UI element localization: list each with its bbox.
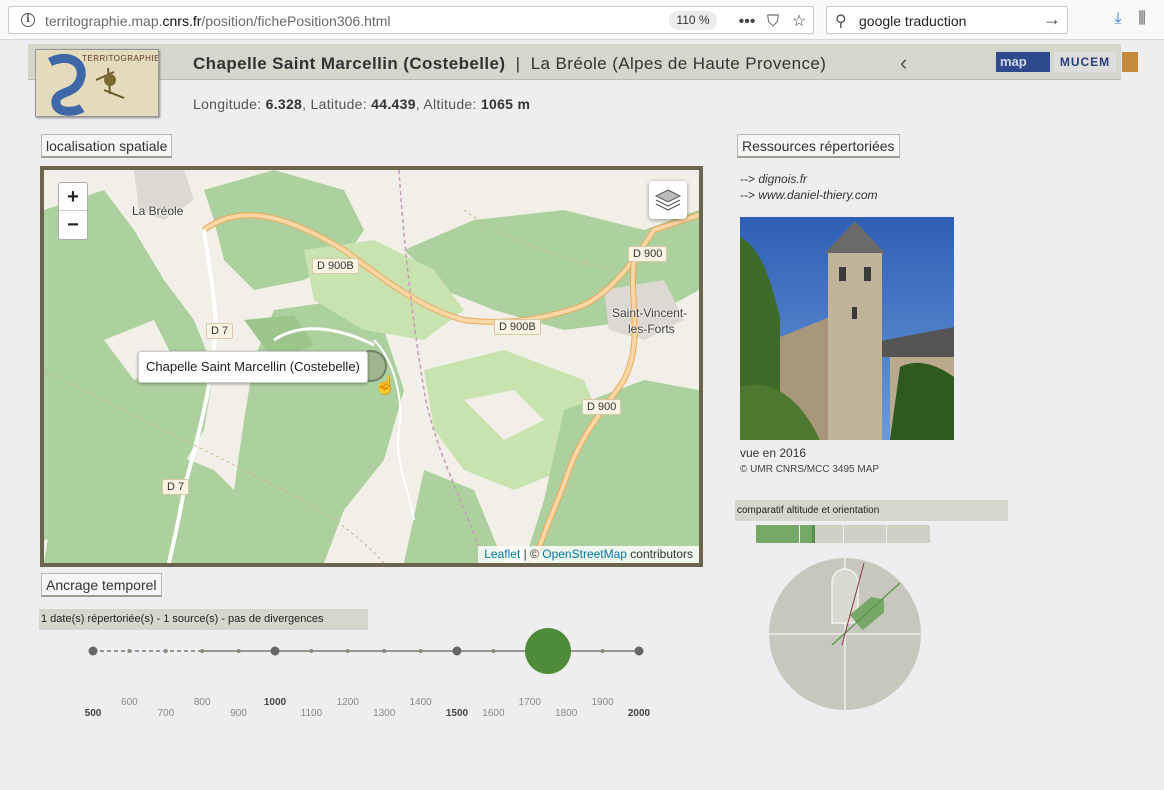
timeline-tick-dot	[236, 649, 241, 653]
year-label-major: 500	[84, 708, 102, 719]
resource-link-dignois[interactable]: --> dignois.fr	[740, 172, 807, 186]
timeline-event-marker[interactable]	[525, 628, 571, 674]
pocket-icon[interactable]: ⛉	[760, 13, 786, 31]
year-label: 1300	[373, 708, 396, 719]
culture-ministry-logo[interactable]	[1122, 52, 1138, 72]
timeline-tick-dot	[491, 649, 496, 653]
back-chevron-icon[interactable]: ‹	[900, 50, 907, 76]
section-ressources: Ressources répertoriées	[737, 134, 900, 158]
resource-link-daniel-thiery[interactable]: --> www.daniel-thiery.com	[740, 188, 878, 202]
year-label: 1700	[518, 697, 541, 708]
timeline-tick-dot	[200, 649, 205, 653]
library-icon[interactable]: ⫼	[1130, 10, 1154, 28]
year-label: 800	[193, 697, 211, 708]
search-input[interactable]: google traduction	[859, 13, 966, 29]
timeline-tick-dot	[309, 649, 314, 653]
photo-caption: vue en 2016	[740, 446, 807, 460]
timeline-axis	[88, 628, 644, 674]
altitude-bar-fill	[756, 525, 816, 543]
timeline-tick-dot	[270, 646, 280, 656]
timeline-tick-dot	[88, 646, 98, 656]
chapel-photo[interactable]	[740, 217, 954, 440]
timeline-tick-dot	[163, 649, 168, 653]
timeline-tick-dot	[382, 649, 387, 653]
year-label: 1600	[482, 708, 505, 719]
year-label: 1200	[336, 697, 359, 708]
search-go-arrow-icon[interactable]: →	[1043, 9, 1061, 30]
year-label: 600	[121, 697, 138, 708]
timeline-tick-dot	[634, 646, 644, 656]
mucem-logo[interactable]: MUCEM	[1054, 52, 1116, 72]
year-label: 900	[230, 708, 247, 719]
orientation-compass	[769, 558, 921, 710]
map-logo[interactable]: map	[996, 52, 1050, 72]
comparison-label: comparatif altitude et orientation	[735, 500, 1008, 521]
year-label: 1100	[300, 708, 323, 719]
photo-copyright: © UMR CNRS/MCC 3495 MAP	[740, 464, 880, 475]
year-label: 700	[157, 708, 175, 719]
more-actions-icon[interactable]: •••	[734, 13, 760, 31]
search-box[interactable]: ⚲ google traduction →	[826, 6, 1068, 34]
partner-logos: map MUCEM	[996, 52, 1142, 74]
chapel-photo-graphic	[740, 217, 954, 440]
year-label-major: 1500	[445, 708, 469, 719]
year-label: 1900	[591, 697, 614, 708]
year-label: 1800	[555, 708, 578, 719]
altitude-bar	[756, 525, 930, 543]
year-label: 1400	[409, 697, 432, 708]
download-icon[interactable]: ⤓	[1106, 10, 1130, 28]
timeline-tick-dot	[127, 649, 132, 653]
year-label-major: 2000	[627, 708, 651, 719]
timeline-tick-dot	[418, 649, 423, 653]
bookmark-star-icon[interactable]: ☆	[786, 11, 812, 31]
timeline-tick-dot	[600, 649, 605, 653]
year-label-major: 1000	[263, 697, 287, 708]
timeline-tick-dot	[345, 649, 350, 653]
timeline-tick-dot	[452, 646, 462, 656]
search-icon: ⚲	[835, 13, 847, 30]
